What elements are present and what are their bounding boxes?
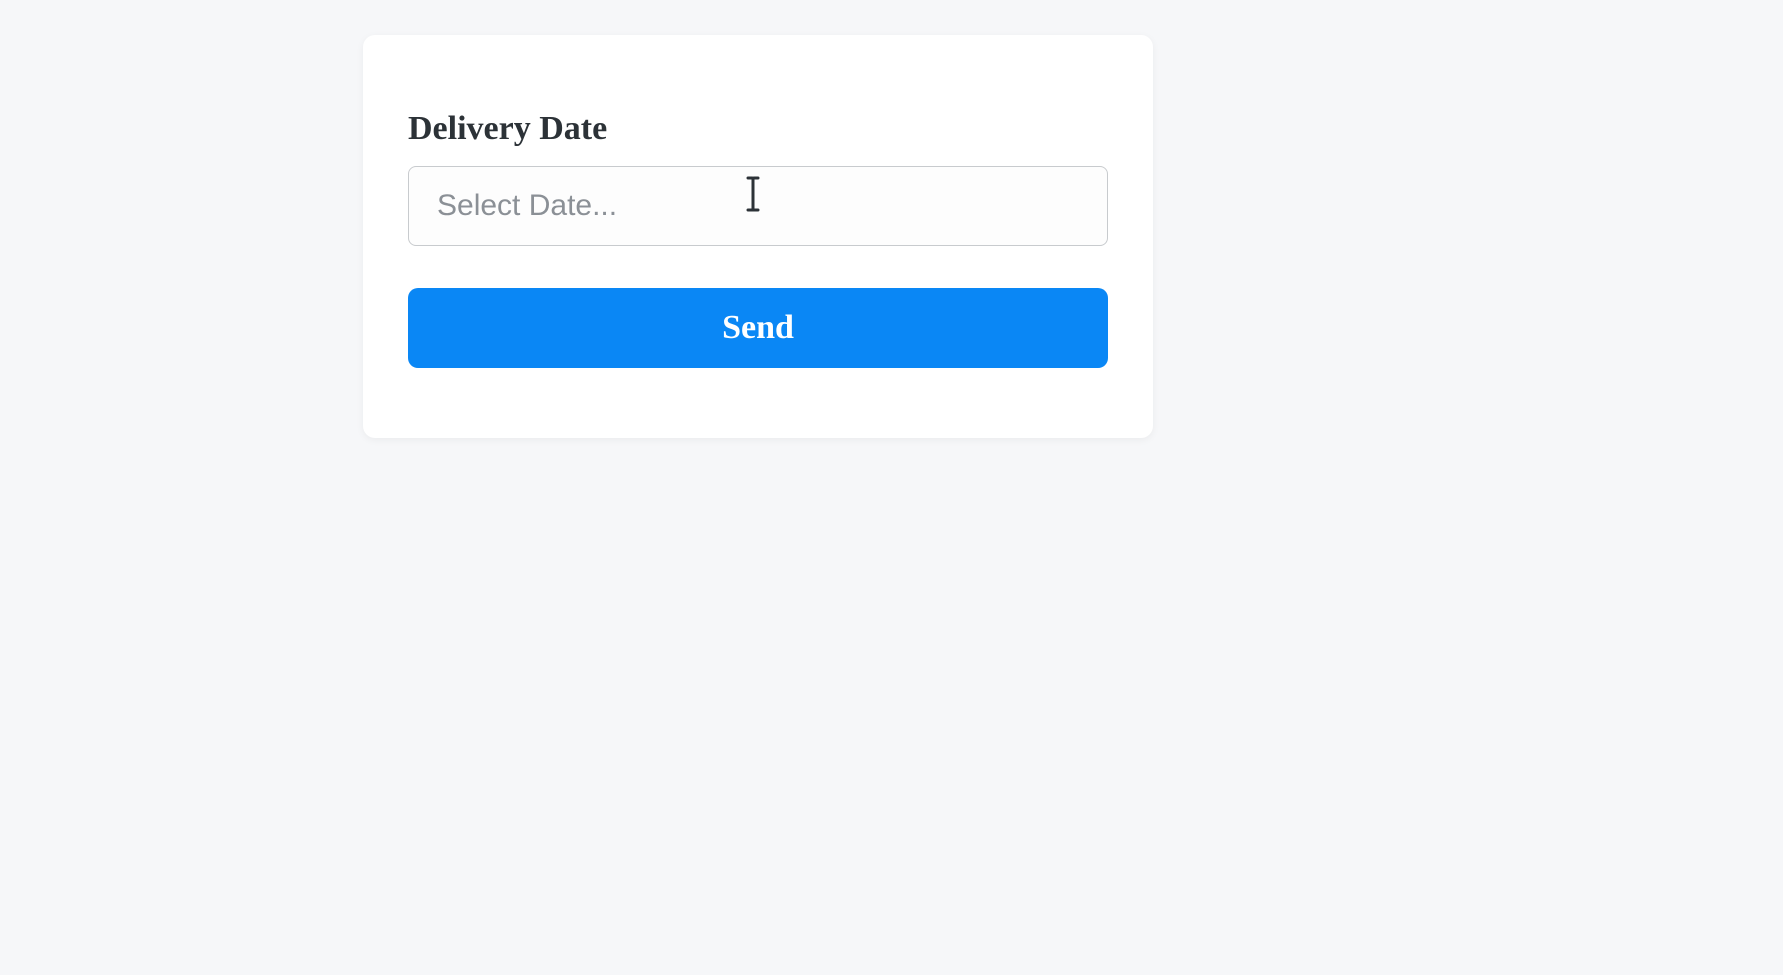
delivery-date-input[interactable] [408,166,1108,246]
delivery-date-label: Delivery Date [408,110,1108,148]
form-card: Delivery Date Send [363,35,1153,438]
send-button[interactable]: Send [408,288,1108,368]
